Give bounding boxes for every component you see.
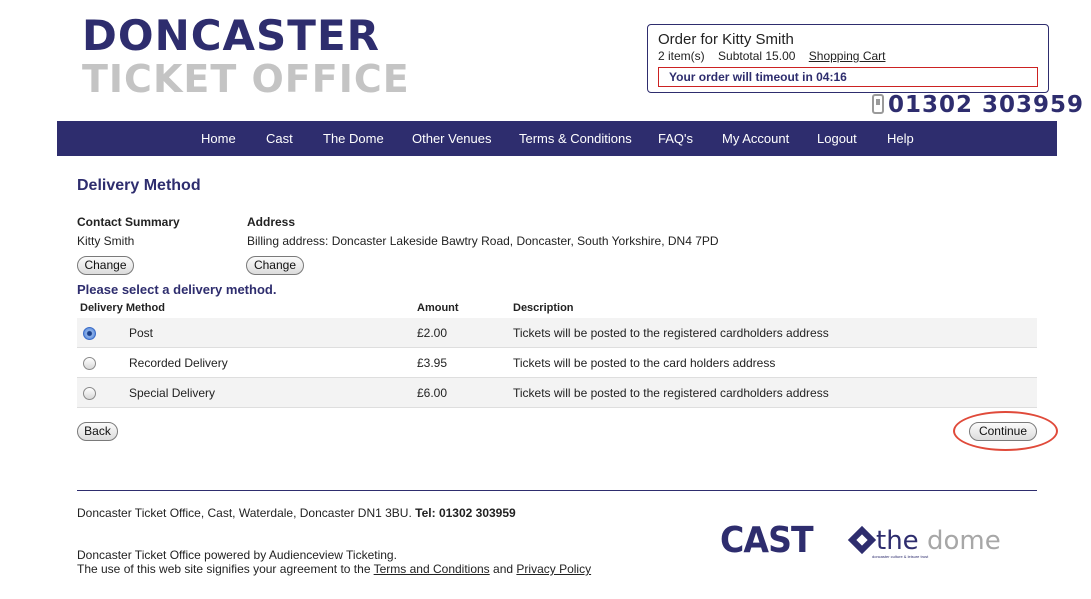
phone-number-text: 01302 303959 [888, 92, 1085, 118]
delivery-description: Tickets will be posted to the registered… [513, 386, 829, 400]
delivery-method-name: Recorded Delivery [129, 356, 228, 370]
dome-logo-the: the [876, 526, 919, 556]
delivery-prompt: Please select a delivery method. [77, 282, 277, 297]
dome-logo-subtitle: doncaster culture & leisure trust [872, 554, 929, 559]
privacy-link[interactable]: Privacy Policy [516, 562, 591, 576]
dome-mark-icon [847, 525, 877, 555]
item-count: 2 item(s) [658, 49, 705, 63]
nav-cast[interactable]: Cast [266, 131, 293, 146]
footer-and: and [493, 562, 514, 576]
order-meta: 2 item(s) Subtotal 15.00 Shopping Cart [658, 49, 1038, 63]
order-timeout-notice: Your order will timeout in 04:16 [658, 67, 1038, 87]
delivery-method-name: Post [129, 326, 154, 340]
order-title: Order for Kitty Smith [658, 31, 794, 48]
delivery-option-row[interactable]: Post £2.00 Tickets will be posted to the… [77, 318, 1037, 348]
delivery-option-row[interactable]: Recorded Delivery £3.95 Tickets will be … [77, 348, 1037, 378]
delivery-method-name: Special Delivery [129, 386, 216, 400]
footer-agreement: The use of this web site signifies your … [77, 562, 591, 576]
nav-logout[interactable]: Logout [817, 131, 857, 146]
delivery-description: Tickets will be posted to the registered… [513, 326, 829, 340]
brand-line-2: TICKET OFFICE [82, 57, 410, 101]
order-summary-box: Order for Kitty Smith 2 item(s) Subtotal… [647, 24, 1049, 93]
footer-address-text: Doncaster Ticket Office, Cast, Waterdale… [77, 506, 412, 520]
continue-button[interactable]: Continue [969, 422, 1037, 441]
footer-powered: Doncaster Ticket Office powered by Audie… [77, 548, 397, 562]
nav-the-dome[interactable]: The Dome [323, 131, 384, 146]
footer-agreement-text: The use of this web site signifies your … [77, 562, 371, 576]
dome-logo-dome: dome [927, 526, 1001, 556]
back-button[interactable]: Back [77, 422, 118, 441]
nav-other-venues[interactable]: Other Venues [412, 131, 492, 146]
column-header-method: Delivery Method [80, 302, 165, 314]
billing-address: Billing address: Doncaster Lakeside Bawt… [247, 234, 719, 248]
nav-help[interactable]: Help [887, 131, 914, 146]
delivery-radio-special[interactable] [83, 387, 96, 400]
change-contact-button[interactable]: Change [77, 256, 134, 275]
column-header-description: Description [513, 302, 574, 314]
footer-address: Doncaster Ticket Office, Cast, Waterdale… [77, 506, 516, 520]
delivery-amount: £2.00 [417, 326, 448, 340]
footer-tel-label: Tel: [415, 506, 436, 520]
brand-line-1: DONCASTER [82, 11, 380, 60]
phone-icon [872, 94, 884, 114]
footer-tel: 01302 303959 [438, 506, 516, 520]
site-logo[interactable]: DONCASTER TICKET OFFICE [82, 11, 410, 101]
delivery-amount: £3.95 [417, 356, 448, 370]
contact-name: Kitty Smith [77, 234, 135, 248]
phone-number: 01302 303959 [872, 92, 1084, 118]
shopping-cart-link[interactable]: Shopping Cart [809, 49, 886, 63]
subtotal: Subtotal 15.00 [718, 49, 796, 63]
terms-link[interactable]: Terms and Conditions [374, 562, 490, 576]
page-title: Delivery Method [77, 177, 201, 194]
delivery-amount: £6.00 [417, 386, 448, 400]
cast-logo[interactable]: CAST [720, 520, 814, 561]
nav-terms-conditions[interactable]: Terms & Conditions [519, 131, 632, 146]
footer-divider [77, 490, 1037, 491]
nav-home[interactable]: Home [201, 131, 236, 146]
contact-summary-label: Contact Summary [77, 215, 180, 229]
delivery-option-row[interactable]: Special Delivery £6.00 Tickets will be p… [77, 378, 1037, 408]
change-address-button[interactable]: Change [246, 256, 304, 275]
nav-faqs[interactable]: FAQ's [658, 131, 693, 146]
column-header-amount: Amount [417, 302, 459, 314]
address-label: Address [247, 215, 296, 229]
delivery-radio-post[interactable] [83, 327, 96, 340]
main-nav: Home Cast The Dome Other Venues Terms & … [57, 121, 1057, 156]
delivery-radio-recorded[interactable] [83, 357, 96, 370]
delivery-description: Tickets will be posted to the card holde… [513, 356, 776, 370]
nav-my-account[interactable]: My Account [722, 131, 789, 146]
